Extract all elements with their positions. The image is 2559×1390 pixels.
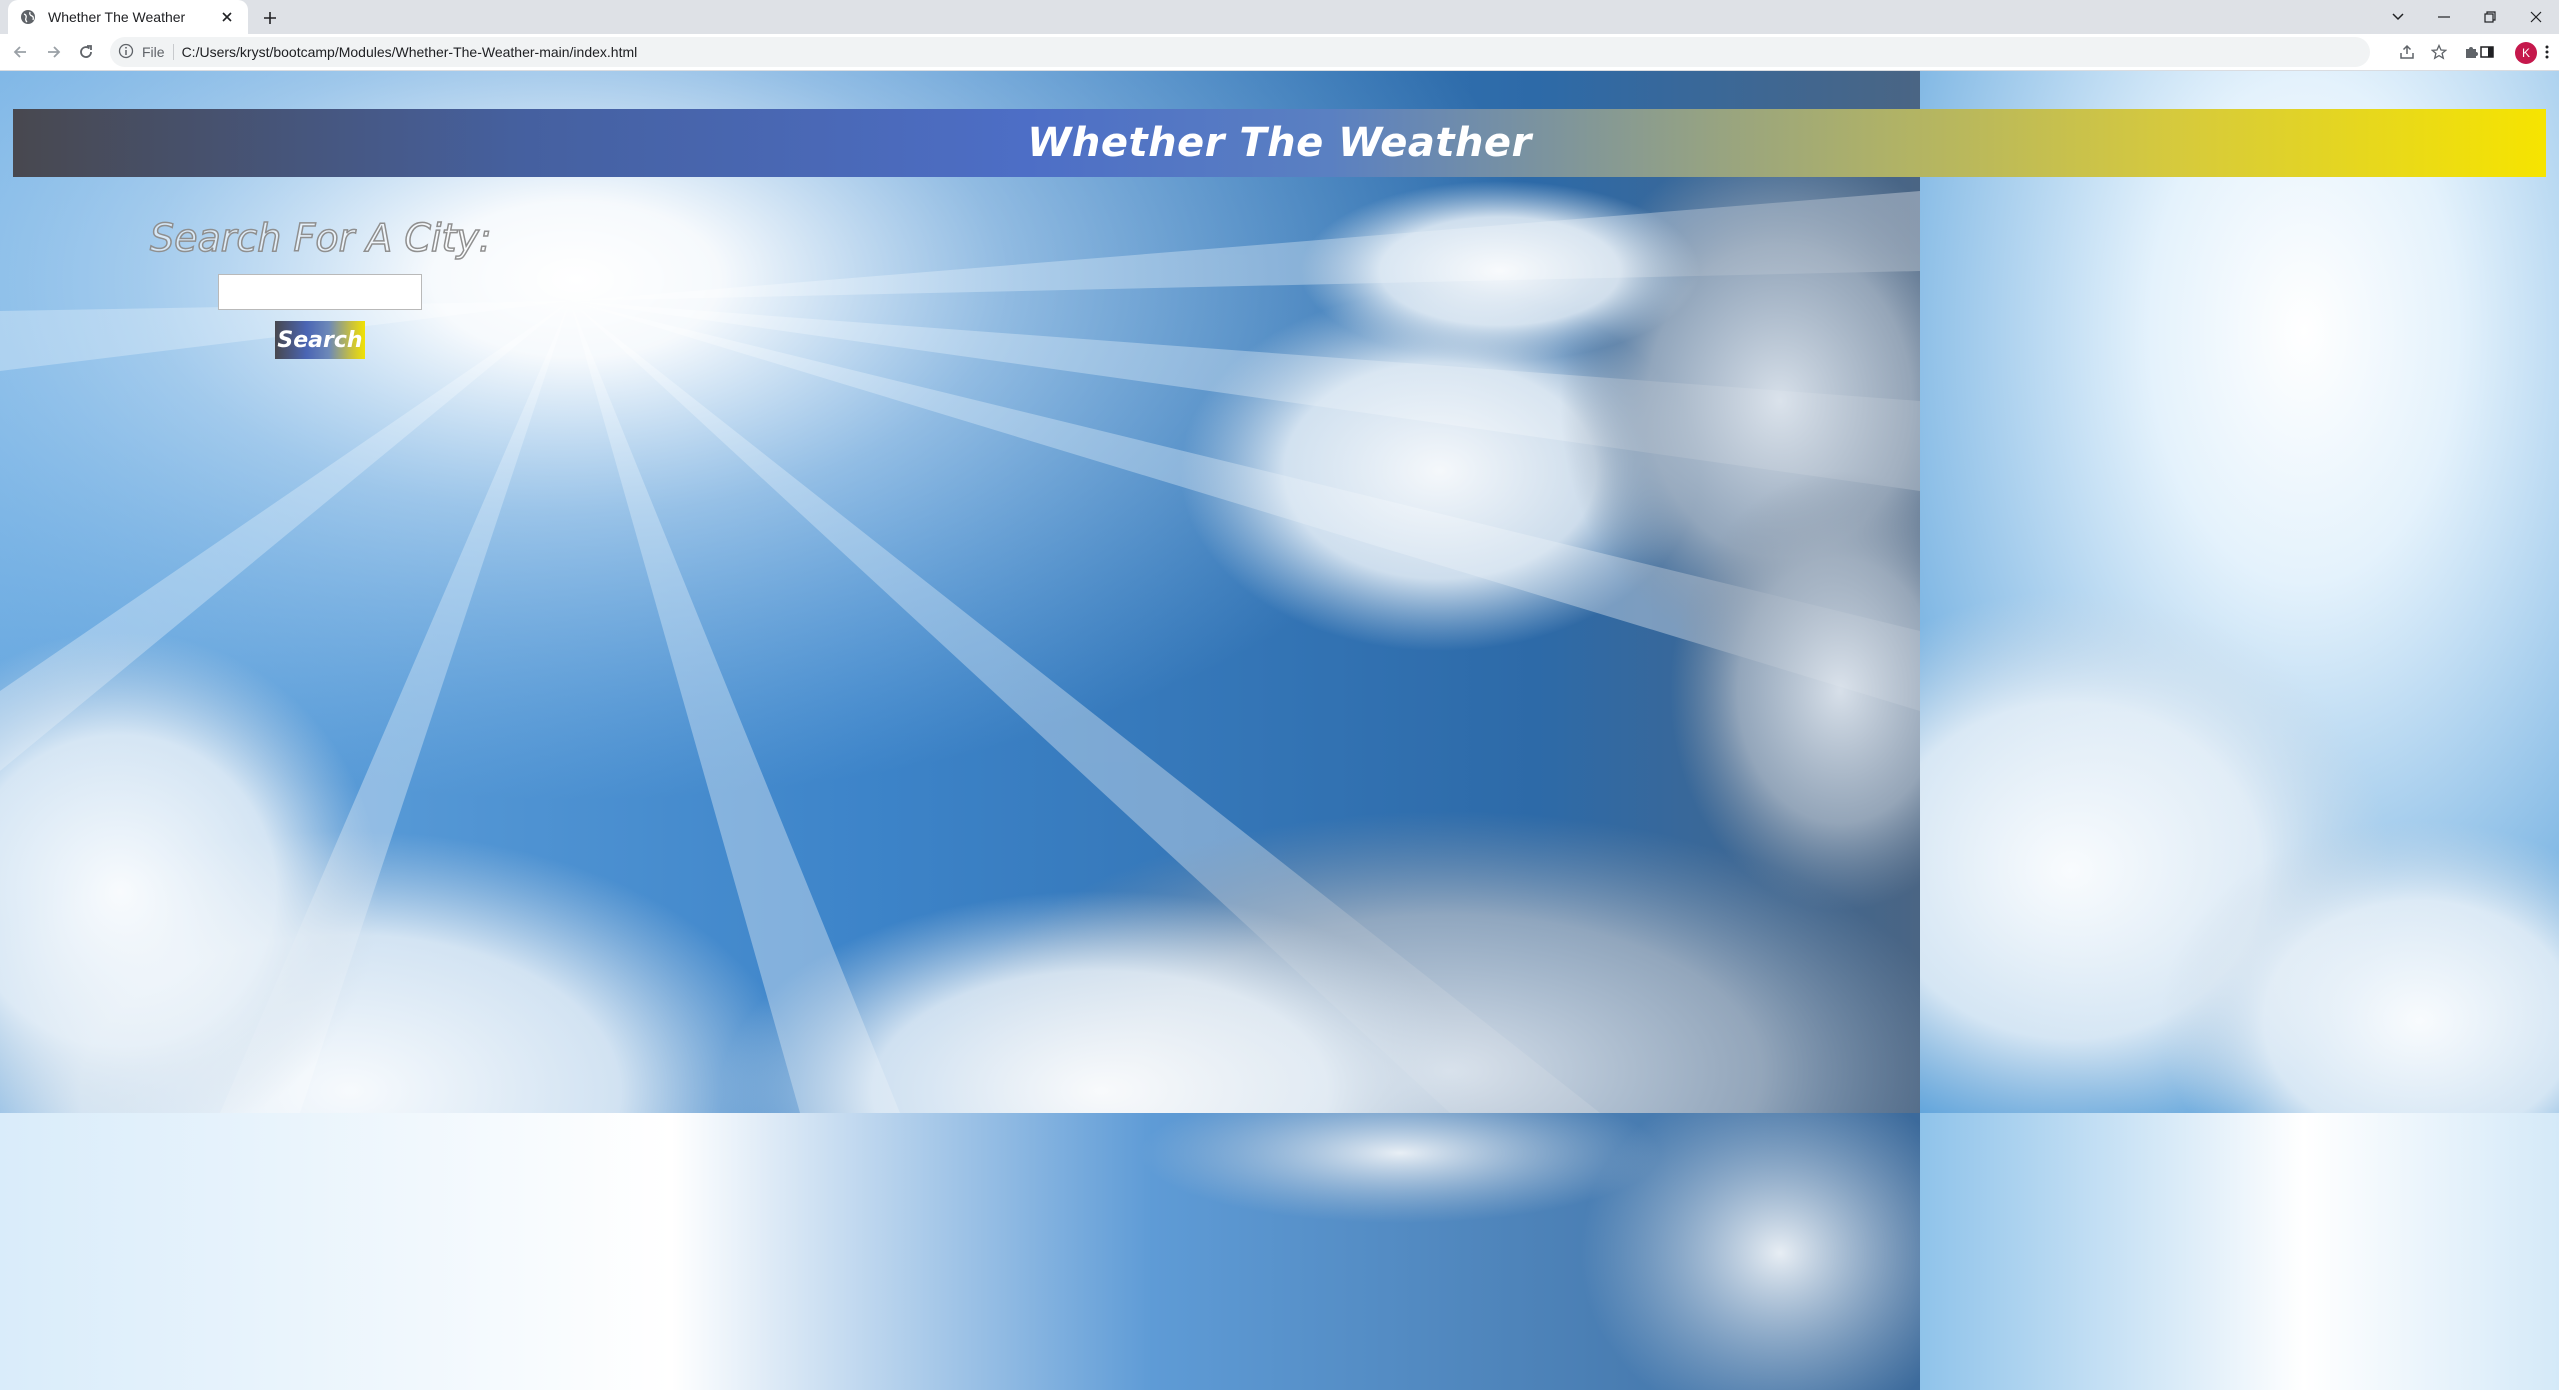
search-panel: Search For A City: Search [149,215,492,359]
close-tab-icon[interactable] [218,8,236,26]
forward-arrow-icon[interactable] [42,40,66,64]
tab-search-chevron-down-icon[interactable] [2375,0,2421,34]
back-arrow-icon[interactable] [8,40,32,64]
info-icon[interactable] [118,43,136,61]
browser-toolbar: File C:/Users/kryst/bootcamp/Modules/Whe… [0,34,2559,71]
profile-avatar[interactable]: K [2515,42,2537,64]
tab-strip: Whether The Weather [0,0,2559,34]
bookmark-star-icon[interactable] [2427,40,2451,64]
tab-title: Whether The Weather [48,9,186,25]
search-button[interactable]: Search [275,321,365,359]
city-search-input[interactable] [218,274,422,310]
page-viewport: Whether The Weather Search For A City: S… [0,71,2559,1390]
side-panel-icon[interactable] [2475,40,2499,64]
restore-icon[interactable] [2467,0,2513,34]
sky-background-tile-bottom-right [1920,1113,2559,1390]
sky-background-tile-right [1920,71,2559,1113]
new-tab-icon[interactable] [258,6,282,30]
reload-icon[interactable] [74,40,98,64]
share-icon[interactable] [2395,40,2419,64]
minimize-icon[interactable] [2421,0,2467,34]
page-title: Whether The Weather [1027,120,1532,166]
search-label: Search For A City: [149,215,492,261]
address-bar[interactable]: File C:/Users/kryst/bootcamp/Modules/Whe… [110,37,2370,67]
sky-background-tile-bottom [0,1113,1920,1390]
browser-tab[interactable]: Whether The Weather [8,0,248,34]
url-text[interactable]: C:/Users/kryst/bootcamp/Modules/Whether-… [182,44,638,60]
url-scheme-label: File [142,44,174,60]
site-header: Whether The Weather [13,109,2546,177]
globe-icon [20,9,36,25]
close-window-icon[interactable] [2513,0,2559,34]
menu-kebab-icon[interactable] [2535,40,2559,64]
